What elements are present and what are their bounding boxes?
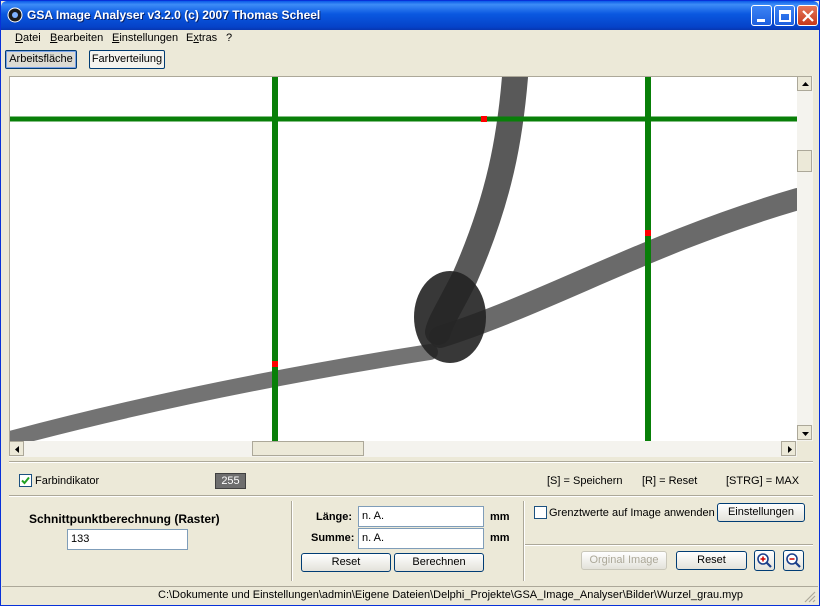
menu-einstellungen[interactable]: Einstellungen — [112, 32, 178, 44]
root-image — [10, 77, 797, 441]
laenge-unit: mm — [490, 511, 510, 523]
original-image-button[interactable]: Orginal Image — [581, 551, 667, 570]
einstellungen-button[interactable]: Einstellungen — [717, 503, 805, 522]
separator — [525, 544, 813, 546]
title-bar[interactable]: GSA Image Analyser v3.2.0 (c) 2007 Thoma… — [1, 1, 819, 30]
maximize-button[interactable] — [774, 5, 795, 26]
grenzwerte-checkbox[interactable] — [534, 506, 547, 519]
intersection-marker — [645, 230, 651, 236]
menu-einstellungen-label: instellungen — [119, 32, 179, 44]
zoom-in-button[interactable] — [754, 550, 775, 571]
scroll-up-button[interactable] — [797, 76, 812, 91]
zoom-out-button[interactable] — [783, 550, 804, 571]
intersection-marker — [272, 361, 278, 367]
vertical-scroll-thumb[interactable] — [797, 150, 812, 172]
menu-datei[interactable]: Datei — [15, 32, 41, 44]
vertical-scrollbar[interactable] — [797, 76, 813, 441]
menu-datei-label: atei — [22, 32, 41, 44]
window-title: GSA Image Analyser v3.2.0 (c) 2007 Thoma… — [27, 8, 321, 22]
separator — [523, 501, 525, 581]
status-bar: C:\Dokumente und Einstellungen\admin\Eig… — [2, 586, 818, 604]
summe-field[interactable]: n. A. — [358, 528, 484, 549]
tab-arbeitsflaeche[interactable]: Arbeitsfläche — [5, 50, 77, 69]
horizontal-scroll-thumb[interactable] — [252, 441, 364, 456]
arrow-down-icon — [802, 432, 809, 436]
farbindikator-label: Farbindikator — [35, 475, 100, 487]
zoom-in-icon — [757, 553, 772, 568]
scroll-left-button[interactable] — [9, 441, 24, 456]
menu-extras-label: tras — [198, 32, 218, 44]
resize-grip-icon[interactable] — [802, 589, 816, 603]
menu-bar: Datei Bearbeiten Einstellungen Extras ? — [2, 30, 818, 48]
laenge-label: Länge: — [316, 511, 353, 523]
root-branch-left — [10, 344, 438, 441]
maximize-icon — [779, 10, 791, 22]
menu-bearbeiten-label: earbeiten — [57, 32, 104, 44]
close-button[interactable] — [797, 5, 818, 26]
separator — [9, 495, 813, 497]
menu-datei-accel: D — [15, 32, 23, 44]
laenge-field[interactable]: n. A. — [358, 506, 484, 527]
grenzwerte-label: Grenztwerte auf Image anwenden — [549, 507, 715, 519]
arrow-right-icon — [788, 446, 792, 453]
menu-extras[interactable]: Extras — [186, 32, 217, 44]
root-node — [414, 271, 486, 363]
summe-unit: mm — [490, 532, 510, 544]
reset-image-button[interactable]: Reset — [676, 551, 747, 570]
hint-save: [S] = Speichern — [547, 475, 623, 487]
separator — [291, 501, 293, 581]
hint-max: [STRG] = MAX — [726, 475, 800, 487]
berechnen-button[interactable]: Berechnen — [394, 553, 484, 572]
scroll-down-button[interactable] — [797, 425, 812, 440]
file-path: C:\Dokumente und Einstellungen\admin\Eig… — [158, 589, 743, 601]
schnittpunkt-value-field[interactable]: 133 — [67, 529, 188, 550]
scroll-right-button[interactable] — [781, 441, 796, 456]
tab-farbverteilung[interactable]: Farbverteilung — [89, 50, 165, 69]
arrow-up-icon — [802, 82, 809, 86]
zoom-out-icon — [786, 553, 801, 568]
separator — [9, 461, 813, 463]
app-window: GSA Image Analyser v3.2.0 (c) 2007 Thoma… — [0, 0, 820, 606]
menu-bearbeiten[interactable]: Bearbeiten — [50, 32, 103, 44]
schnittpunkt-title: Schnittpunktberechnung (Raster) — [29, 512, 220, 526]
menu-help[interactable]: ? — [226, 32, 232, 44]
minimize-icon — [757, 19, 765, 22]
summe-label: Summe: — [311, 532, 355, 544]
image-canvas[interactable] — [9, 76, 797, 441]
reset-measure-button[interactable]: Reset — [301, 553, 391, 572]
hint-reset: [R] = Reset — [642, 475, 698, 487]
close-icon — [802, 10, 814, 22]
checkmark-icon — [21, 476, 30, 485]
app-icon — [7, 7, 23, 23]
minimize-button[interactable] — [751, 5, 772, 26]
arrow-left-icon — [15, 446, 19, 453]
horizontal-scrollbar[interactable] — [9, 441, 797, 457]
color-value-display: 255 — [215, 473, 246, 489]
farbindikator-checkbox[interactable] — [19, 474, 32, 487]
intersection-marker — [481, 116, 487, 122]
